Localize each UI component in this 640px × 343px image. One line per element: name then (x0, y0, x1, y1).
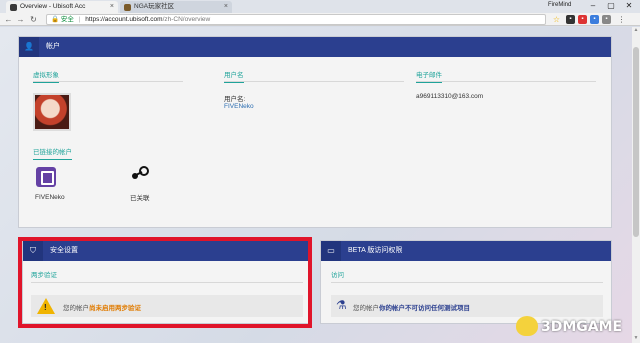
username-value[interactable]: FIVENeko (224, 103, 254, 110)
extension-icon[interactable]: ▪ (566, 15, 575, 24)
account-header-title: 帐户 (46, 43, 60, 50)
forward-icon[interactable]: → (15, 13, 26, 26)
steam-icon[interactable] (130, 166, 150, 180)
address-bar[interactable]: 🔒 安全 | https://account.ubisoft.com/zh-CN… (46, 14, 546, 25)
extension-icon[interactable]: ▪ (578, 15, 587, 24)
lock-icon: 🔒 (51, 16, 60, 23)
twitch-icon[interactable] (36, 167, 56, 187)
close-tab-icon[interactable]: × (110, 1, 114, 13)
watermark: 3DMGAME (516, 316, 636, 340)
tab-bar: Overview - Ubisoft Acc × NGA玩家社区 × FireM… (0, 0, 640, 13)
minimize-icon[interactable]: – (584, 0, 602, 13)
screen-icon: ▭ (321, 241, 341, 261)
twitch-account-name: FIVENeko (35, 194, 65, 201)
scrollbar[interactable]: ▲ ▼ (632, 27, 640, 343)
beta-access-message: ⚗ 您的帐户你的帐户不可访问任何测试项目 (331, 295, 603, 317)
reload-icon[interactable]: ↻ (28, 13, 39, 26)
watermark-text: 3DMGAME (541, 319, 623, 335)
secure-label: 安全 (60, 16, 74, 23)
beta-header-title: BETA 版访问权限 (348, 247, 403, 254)
email-value: a969113310@163.com (416, 93, 484, 100)
account-card: 👤 帐户 (18, 36, 612, 228)
back-icon[interactable]: ← (3, 13, 14, 26)
account-card-header: 👤 帐户 (19, 37, 611, 57)
tab-title: Overview - Ubisoft Acc (20, 3, 86, 10)
tab-overview[interactable]: Overview - Ubisoft Acc × (6, 1, 118, 13)
beta-card: ▭ BETA 版访问权限 访问 ⚗ 您的帐户你的帐户不可访问任何测试项目 (320, 240, 612, 324)
url-path: /zh-CN/overview (162, 16, 211, 23)
close-tab-icon[interactable]: × (224, 1, 228, 13)
tab-title: NGA玩家社区 (134, 3, 175, 10)
beta-card-header: ▭ BETA 版访问权限 (321, 241, 611, 261)
menu-icon[interactable]: ⋮ (616, 13, 627, 26)
ubisoft-favicon-icon (10, 4, 17, 11)
url-host: https://account.ubisoft.com (85, 16, 163, 23)
beta-message: 您的帐户你的帐户不可访问任何测试项目 (353, 305, 470, 312)
username-field-label: 用户名: (224, 96, 246, 103)
avatar[interactable] (33, 93, 71, 131)
flask-icon: ⚗ (336, 298, 347, 312)
access-label: 访问 (331, 269, 344, 283)
extension-icon[interactable]: ▪ (590, 15, 599, 24)
close-window-icon[interactable]: ✕ (620, 0, 638, 13)
steam-status: 已关联 (130, 195, 150, 202)
extension-icon[interactable]: ▪ (602, 15, 611, 24)
user-icon: 👤 (19, 37, 39, 57)
tab-nga[interactable]: NGA玩家社区 × (120, 1, 232, 13)
browser-toolbar: ← → ↻ 🔒 安全 | https://account.ubisoft.com… (0, 13, 640, 26)
linked-accounts-label: 已链接的帐户 (33, 146, 72, 160)
scrollbar-thumb[interactable] (633, 47, 639, 237)
profile-name[interactable]: FireMind (548, 2, 571, 8)
mascot-bird-icon (516, 316, 538, 336)
maximize-icon[interactable]: ▢ (602, 0, 620, 13)
highlight-box (18, 237, 312, 328)
star-icon[interactable]: ☆ (551, 13, 562, 26)
nga-favicon-icon (124, 4, 131, 11)
scroll-up-icon[interactable]: ▲ (632, 27, 640, 33)
